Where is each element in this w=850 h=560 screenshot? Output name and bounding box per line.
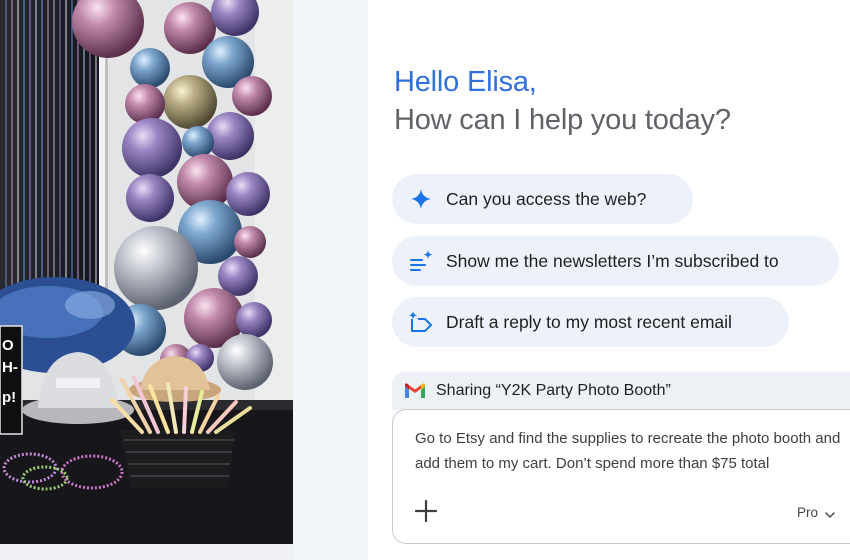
greeting-title: Hello Elisa, [394,66,537,98]
sparkle-icon [408,186,434,212]
assistant-panel: Hello Elisa, How can I help you today? C… [368,0,850,560]
suggestion-chip-draft-reply[interactable]: Draft a reply to my most recent email [392,297,789,347]
model-selector-label: Pro [797,505,819,520]
sign-line-1: O [2,337,14,354]
photo-booth-scene: O H- p! [0,0,293,544]
suggestion-label: Can you access the web? [446,188,647,209]
model-selector[interactable]: Pro [797,505,835,520]
suggestion-label: Draft a reply to my most recent email [446,311,732,332]
panel-gutter [293,0,368,560]
prompt-input-text[interactable]: Go to Etsy and find the supplies to recr… [415,426,850,476]
label-sparkle-icon [408,309,434,335]
photo-bottom-strip [0,544,293,560]
chevron-down-icon [825,508,835,518]
sign-line-3: p! [2,389,16,406]
prompt-composer[interactable]: Go to Etsy and find the supplies to recr… [392,409,850,544]
photo-booth-image: O H- p! [0,0,293,544]
suggestion-chip-web-access[interactable]: Can you access the web? [392,174,693,224]
sharing-attachment-bar[interactable]: Sharing “Y2K Party Photo Booth” [392,372,850,410]
sharing-label: Sharing “Y2K Party Photo Booth” [436,382,671,399]
add-attachment-button[interactable] [411,498,441,528]
sign-line-2: H- [2,359,18,376]
suggestion-chip-newsletters[interactable]: Show me the newsletters I’m subscribed t… [392,236,839,286]
suggestion-label: Show me the newsletters I’m subscribed t… [446,250,779,271]
gmail-icon [404,383,426,399]
list-sparkle-icon [408,248,434,274]
greeting-subtitle: How can I help you today? [394,104,731,136]
plus-icon [414,499,438,527]
